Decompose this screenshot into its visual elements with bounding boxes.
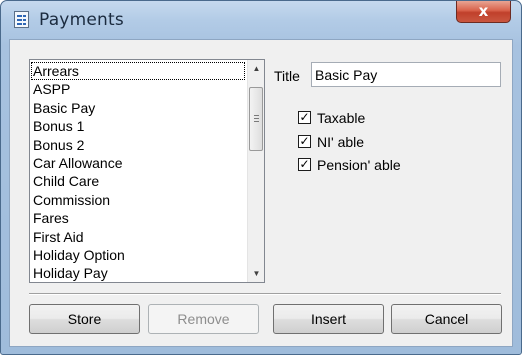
ni-able-label[interactable]: NI' able bbox=[317, 134, 364, 150]
taxable-label[interactable]: Taxable bbox=[317, 110, 365, 126]
cancel-button[interactable]: Cancel bbox=[391, 304, 502, 334]
list-item[interactable]: Basic Pay bbox=[31, 99, 245, 117]
close-button[interactable]: x bbox=[456, 1, 511, 23]
list-scrollbar[interactable]: ▲ ▼ bbox=[247, 60, 264, 282]
pension-able-checkbox[interactable]: ✓ bbox=[298, 158, 311, 171]
list-item[interactable]: Car Allowance bbox=[31, 154, 245, 172]
taxable-checkbox[interactable]: ✓ bbox=[298, 111, 311, 124]
list-item[interactable]: Child Care bbox=[31, 172, 245, 190]
app-icon bbox=[14, 11, 29, 28]
list-item[interactable]: Holiday Option bbox=[31, 246, 245, 264]
scroll-down-icon[interactable]: ▼ bbox=[248, 265, 264, 282]
insert-button[interactable]: Insert bbox=[273, 304, 384, 334]
list-item[interactable]: Fares bbox=[31, 209, 245, 227]
close-icon: x bbox=[478, 2, 489, 20]
divider bbox=[29, 293, 501, 295]
list-items: Arrears ASPP Basic Pay Bonus 1 Bonus 2 C… bbox=[31, 62, 245, 282]
store-button[interactable]: Store bbox=[29, 304, 140, 334]
pension-able-label[interactable]: Pension' able bbox=[317, 157, 401, 173]
window-title: Payments bbox=[39, 10, 124, 30]
list-item[interactable]: Holiday Pay bbox=[31, 264, 245, 282]
payments-listbox[interactable]: Arrears ASPP Basic Pay Bonus 1 Bonus 2 C… bbox=[29, 59, 265, 283]
list-item[interactable]: Bonus 2 bbox=[31, 136, 245, 154]
title-label: Title bbox=[274, 68, 300, 84]
remove-button[interactable]: Remove bbox=[148, 304, 259, 334]
list-item[interactable]: First Aid bbox=[31, 228, 245, 246]
list-item[interactable]: Commission bbox=[31, 191, 245, 209]
list-item[interactable]: Bonus 1 bbox=[31, 117, 245, 135]
ni-able-checkbox[interactable]: ✓ bbox=[298, 135, 311, 148]
title-input[interactable] bbox=[311, 62, 501, 87]
scroll-up-icon[interactable]: ▲ bbox=[248, 60, 264, 77]
list-item[interactable]: Arrears bbox=[31, 62, 245, 81]
scroll-thumb[interactable] bbox=[249, 87, 263, 151]
list-item[interactable]: ASPP bbox=[31, 80, 245, 98]
payments-window: Payments x Arrears ASPP Basic Pay Bonus … bbox=[0, 0, 522, 355]
dialog-body: Arrears ASPP Basic Pay Bonus 1 Bonus 2 C… bbox=[9, 39, 513, 347]
title-bar[interactable]: Payments x bbox=[1, 1, 521, 39]
